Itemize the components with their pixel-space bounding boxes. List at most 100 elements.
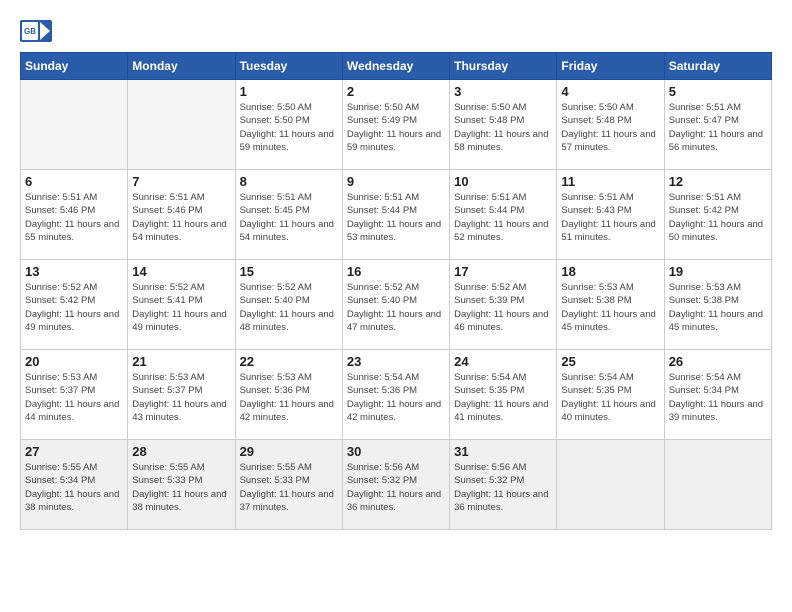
column-header-monday: Monday bbox=[128, 53, 235, 80]
day-number: 28 bbox=[132, 444, 230, 459]
calendar-week-row: 20 Sunrise: 5:53 AMSunset: 5:37 PMDayligh… bbox=[21, 350, 772, 440]
day-detail: Sunrise: 5:51 AMSunset: 5:46 PMDaylight:… bbox=[132, 191, 230, 244]
calendar-cell: 22Sunrise: 5:53 AMSunset: 5:36 PMDayligh… bbox=[235, 350, 342, 440]
day-number: 5 bbox=[669, 84, 767, 99]
calendar-cell: 30 Sunrise: 5:56 AMSunset: 5:32 PMDayligh… bbox=[342, 440, 449, 530]
calendar-header-row: SundayMondayTuesdayWednesdayThursdayFrid… bbox=[21, 53, 772, 80]
calendar-cell: 12Sunrise: 5:51 AMSunset: 5:42 PMDayligh… bbox=[664, 170, 771, 260]
calendar-table: SundayMondayTuesdayWednesdayThursdayFrid… bbox=[20, 52, 772, 530]
day-number: 21 bbox=[132, 354, 230, 369]
day-detail: Sunrise: 5:52 AMSunset: 5:40 PMDaylight:… bbox=[240, 281, 338, 334]
day-detail: Sunrise: 5:55 AMSunset: 5:33 PMDaylight:… bbox=[132, 461, 230, 514]
day-number: 2 bbox=[347, 84, 445, 99]
day-detail: Sunrise: 5:54 AMSunset: 5:35 PMDaylight:… bbox=[561, 371, 659, 424]
day-number: 25 bbox=[561, 354, 659, 369]
day-number: 4 bbox=[561, 84, 659, 99]
day-number: 6 bbox=[25, 174, 123, 189]
calendar-week-row: 6 Sunrise: 5:51 AMSunset: 5:46 PMDaylight… bbox=[21, 170, 772, 260]
day-number: 13 bbox=[25, 264, 123, 279]
calendar-cell: 14 Sunrise: 5:52 AMSunset: 5:41 PMDayligh… bbox=[128, 260, 235, 350]
calendar-cell: 3 Sunrise: 5:50 AMSunset: 5:48 PMDaylight… bbox=[450, 80, 557, 170]
day-number: 24 bbox=[454, 354, 552, 369]
calendar-cell: 23 Sunrise: 5:54 AMSunset: 5:36 PMDayligh… bbox=[342, 350, 449, 440]
day-detail: Sunrise: 5:53 AMSunset: 5:36 PMDaylight:… bbox=[240, 371, 338, 424]
day-detail: Sunrise: 5:56 AMSunset: 5:32 PMDaylight:… bbox=[347, 461, 445, 514]
column-header-thursday: Thursday bbox=[450, 53, 557, 80]
day-detail: Sunrise: 5:52 AMSunset: 5:40 PMDaylight:… bbox=[347, 281, 445, 334]
page-header: GB bbox=[20, 20, 772, 42]
day-number: 16 bbox=[347, 264, 445, 279]
calendar-cell: 10Sunrise: 5:51 AMSunset: 5:44 PMDayligh… bbox=[450, 170, 557, 260]
day-number: 30 bbox=[347, 444, 445, 459]
calendar-week-row: 1 Sunrise: 5:50 AMSunset: 5:50 PMDaylight… bbox=[21, 80, 772, 170]
day-detail: Sunrise: 5:51 AMSunset: 5:44 PMDaylight:… bbox=[454, 191, 552, 244]
day-detail: Sunrise: 5:55 AMSunset: 5:34 PMDaylight:… bbox=[25, 461, 123, 514]
calendar-cell: 21 Sunrise: 5:53 AMSunset: 5:37 PMDayligh… bbox=[128, 350, 235, 440]
day-detail: Sunrise: 5:52 AMSunset: 5:41 PMDaylight:… bbox=[132, 281, 230, 334]
day-detail: Sunrise: 5:53 AMSunset: 5:38 PMDaylight:… bbox=[669, 281, 767, 334]
day-detail: Sunrise: 5:52 AMSunset: 5:42 PMDaylight:… bbox=[25, 281, 123, 334]
logo-icon: GB bbox=[20, 20, 52, 42]
day-detail: Sunrise: 5:50 AMSunset: 5:49 PMDaylight:… bbox=[347, 101, 445, 154]
day-detail: Sunrise: 5:51 AMSunset: 5:47 PMDaylight:… bbox=[669, 101, 767, 154]
day-detail: Sunrise: 5:51 AMSunset: 5:43 PMDaylight:… bbox=[561, 191, 659, 244]
day-detail: Sunrise: 5:50 AMSunset: 5:48 PMDaylight:… bbox=[454, 101, 552, 154]
day-number: 31 bbox=[454, 444, 552, 459]
calendar-cell bbox=[557, 440, 664, 530]
day-number: 20 bbox=[25, 354, 123, 369]
calendar-cell: 1 Sunrise: 5:50 AMSunset: 5:50 PMDaylight… bbox=[235, 80, 342, 170]
calendar-cell: 16 Sunrise: 5:52 AMSunset: 5:40 PMDayligh… bbox=[342, 260, 449, 350]
day-detail: Sunrise: 5:56 AMSunset: 5:32 PMDaylight:… bbox=[454, 461, 552, 514]
calendar-cell: 17Sunrise: 5:52 AMSunset: 5:39 PMDayligh… bbox=[450, 260, 557, 350]
calendar-cell bbox=[21, 80, 128, 170]
calendar-week-row: 13 Sunrise: 5:52 AMSunset: 5:42 PMDayligh… bbox=[21, 260, 772, 350]
day-number: 12 bbox=[669, 174, 767, 189]
day-number: 3 bbox=[454, 84, 552, 99]
column-header-saturday: Saturday bbox=[664, 53, 771, 80]
day-detail: Sunrise: 5:53 AMSunset: 5:37 PMDaylight:… bbox=[132, 371, 230, 424]
calendar-cell bbox=[128, 80, 235, 170]
calendar-cell: 27 Sunrise: 5:55 AMSunset: 5:34 PMDayligh… bbox=[21, 440, 128, 530]
day-number: 17 bbox=[454, 264, 552, 279]
calendar-cell: 6 Sunrise: 5:51 AMSunset: 5:46 PMDaylight… bbox=[21, 170, 128, 260]
day-number: 8 bbox=[240, 174, 338, 189]
calendar-cell: 24 Sunrise: 5:54 AMSunset: 5:35 PMDayligh… bbox=[450, 350, 557, 440]
day-detail: Sunrise: 5:55 AMSunset: 5:33 PMDaylight:… bbox=[240, 461, 338, 514]
day-detail: Sunrise: 5:50 AMSunset: 5:50 PMDaylight:… bbox=[240, 101, 338, 154]
column-header-sunday: Sunday bbox=[21, 53, 128, 80]
calendar-cell: 8 Sunrise: 5:51 AMSunset: 5:45 PMDaylight… bbox=[235, 170, 342, 260]
day-detail: Sunrise: 5:50 AMSunset: 5:48 PMDaylight:… bbox=[561, 101, 659, 154]
day-number: 27 bbox=[25, 444, 123, 459]
day-detail: Sunrise: 5:51 AMSunset: 5:46 PMDaylight:… bbox=[25, 191, 123, 244]
calendar-week-row: 27 Sunrise: 5:55 AMSunset: 5:34 PMDayligh… bbox=[21, 440, 772, 530]
calendar-cell: 18Sunrise: 5:53 AMSunset: 5:38 PMDayligh… bbox=[557, 260, 664, 350]
calendar-cell: 7 Sunrise: 5:51 AMSunset: 5:46 PMDaylight… bbox=[128, 170, 235, 260]
day-number: 23 bbox=[347, 354, 445, 369]
day-number: 14 bbox=[132, 264, 230, 279]
day-number: 15 bbox=[240, 264, 338, 279]
day-detail: Sunrise: 5:51 AMSunset: 5:45 PMDaylight:… bbox=[240, 191, 338, 244]
calendar-cell bbox=[664, 440, 771, 530]
calendar-cell: 25 Sunrise: 5:54 AMSunset: 5:35 PMDayligh… bbox=[557, 350, 664, 440]
calendar-cell: 11 Sunrise: 5:51 AMSunset: 5:43 PMDayligh… bbox=[557, 170, 664, 260]
calendar-cell: 2 Sunrise: 5:50 AMSunset: 5:49 PMDaylight… bbox=[342, 80, 449, 170]
calendar-cell: 31 Sunrise: 5:56 AMSunset: 5:32 PMDayligh… bbox=[450, 440, 557, 530]
day-number: 11 bbox=[561, 174, 659, 189]
calendar-cell: 20 Sunrise: 5:53 AMSunset: 5:37 PMDayligh… bbox=[21, 350, 128, 440]
day-detail: Sunrise: 5:53 AMSunset: 5:37 PMDaylight:… bbox=[25, 371, 123, 424]
day-detail: Sunrise: 5:53 AMSunset: 5:38 PMDaylight:… bbox=[561, 281, 659, 334]
day-number: 7 bbox=[132, 174, 230, 189]
calendar-cell: 29Sunrise: 5:55 AMSunset: 5:33 PMDayligh… bbox=[235, 440, 342, 530]
calendar-cell: 28 Sunrise: 5:55 AMSunset: 5:33 PMDayligh… bbox=[128, 440, 235, 530]
calendar-cell: 9Sunrise: 5:51 AMSunset: 5:44 PMDaylight… bbox=[342, 170, 449, 260]
calendar-cell: 19 Sunrise: 5:53 AMSunset: 5:38 PMDayligh… bbox=[664, 260, 771, 350]
column-header-tuesday: Tuesday bbox=[235, 53, 342, 80]
day-number: 1 bbox=[240, 84, 338, 99]
day-number: 9 bbox=[347, 174, 445, 189]
day-detail: Sunrise: 5:54 AMSunset: 5:36 PMDaylight:… bbox=[347, 371, 445, 424]
calendar-cell: 5 Sunrise: 5:51 AMSunset: 5:47 PMDaylight… bbox=[664, 80, 771, 170]
day-number: 19 bbox=[669, 264, 767, 279]
day-detail: Sunrise: 5:54 AMSunset: 5:35 PMDaylight:… bbox=[454, 371, 552, 424]
svg-text:GB: GB bbox=[24, 27, 36, 36]
calendar-cell: 4 Sunrise: 5:50 AMSunset: 5:48 PMDaylight… bbox=[557, 80, 664, 170]
